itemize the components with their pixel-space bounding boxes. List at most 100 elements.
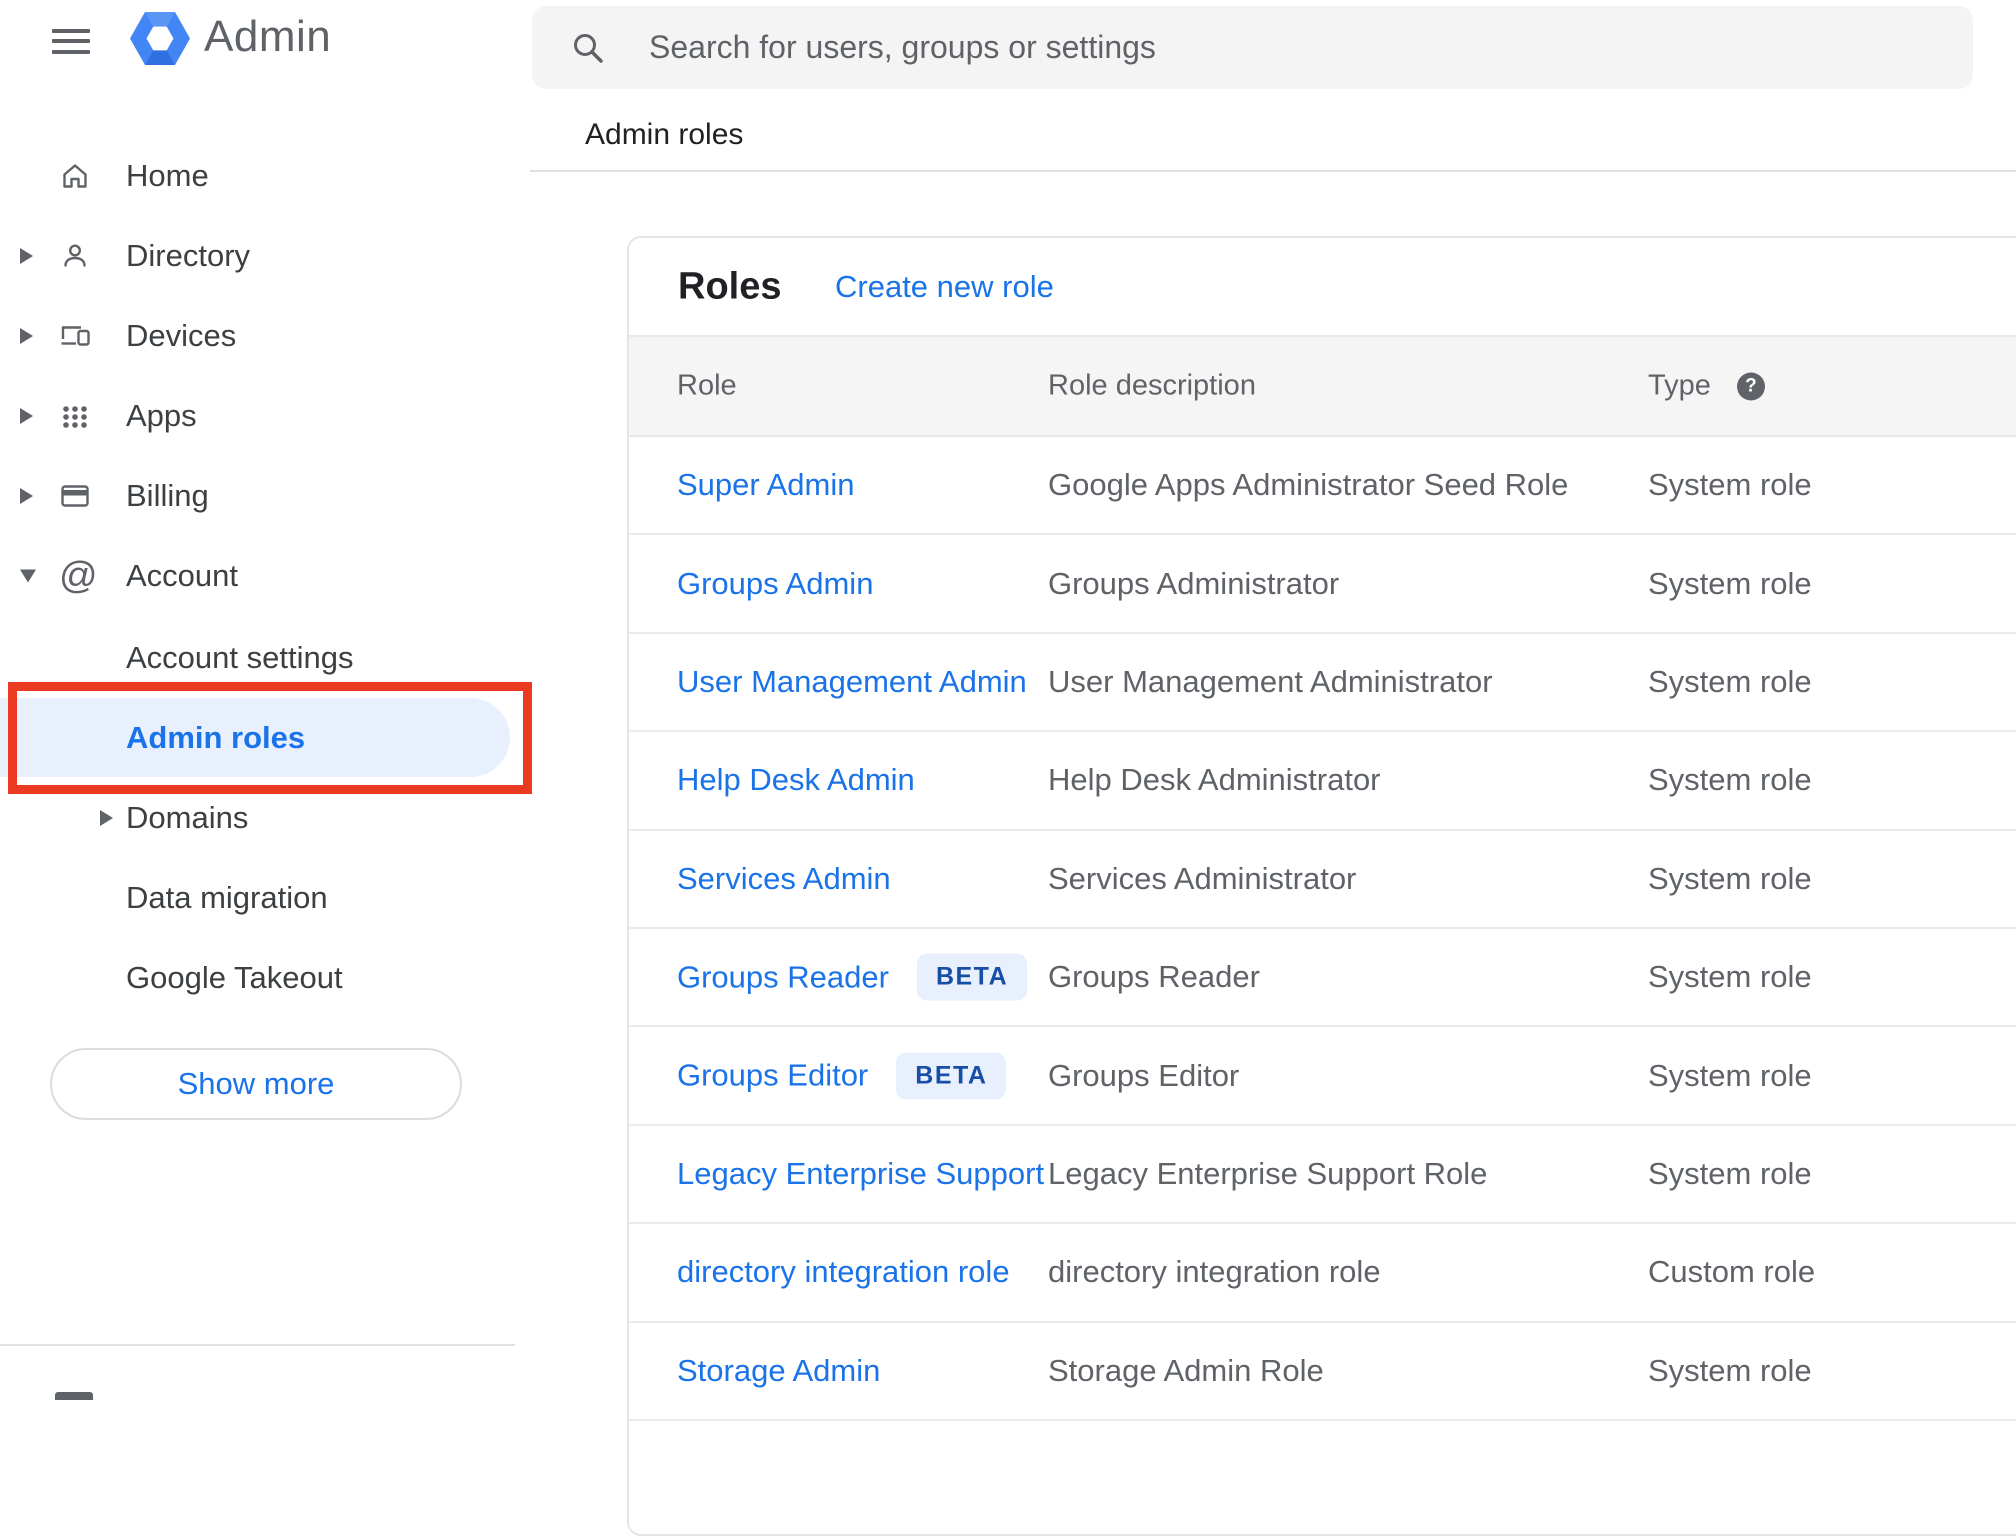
sidebar-bottom-divider xyxy=(0,1344,515,1346)
at-sign-icon: @ xyxy=(59,555,98,597)
table-row: Groups Reader BETA Groups Reader System … xyxy=(629,929,2016,1028)
sidebar-item-label: Google Takeout xyxy=(126,960,343,995)
sidebar-item-apps[interactable]: Apps xyxy=(0,376,510,456)
table-row: Groups Editor BETA Groups Editor System … xyxy=(629,1027,2016,1126)
table-row: Super Admin Google Apps Administrator Se… xyxy=(629,437,2016,536)
table-row: Storage Admin Storage Admin Role System … xyxy=(629,1323,2016,1421)
role-type: System role xyxy=(1648,1155,1812,1191)
person-icon xyxy=(59,240,91,272)
role-link[interactable]: Storage Admin xyxy=(677,1353,880,1389)
beta-badge: BETA xyxy=(896,1052,1007,1100)
roles-table-body: Super Admin Google Apps Administrator Se… xyxy=(629,437,2016,1421)
help-icon[interactable]: ? xyxy=(1736,372,1765,400)
role-type: System role xyxy=(1648,565,1812,601)
sidebar-item-google-takeout[interactable]: Google Takeout xyxy=(0,938,510,1018)
chevron-right-icon[interactable] xyxy=(20,323,34,349)
role-description: Storage Admin Role xyxy=(1048,1352,1324,1388)
search-icon xyxy=(574,33,603,63)
sidebar-item-home[interactable]: Home xyxy=(0,136,510,216)
role-link[interactable]: Groups Admin xyxy=(677,566,873,602)
chevron-right-icon[interactable] xyxy=(100,805,114,831)
table-row: Help Desk Admin Help Desk Administrator … xyxy=(629,732,2016,831)
role-link[interactable]: Groups Reader xyxy=(677,959,889,995)
table-row: Legacy Enterprise Support Legacy Enterpr… xyxy=(629,1126,2016,1225)
sidebar-item-label: Domains xyxy=(126,800,249,835)
role-link[interactable]: Help Desk Admin xyxy=(677,762,915,798)
admin-logo[interactable]: Admin xyxy=(130,12,331,76)
beta-badge: BETA xyxy=(916,953,1028,1001)
roles-title: Roles xyxy=(678,265,782,307)
sidebar-item-label: Apps xyxy=(126,398,197,433)
hamburger-icon xyxy=(52,29,90,33)
hamburger-menu-button[interactable] xyxy=(52,29,90,54)
sidebar: Admin Home Directory Devices Apps Billin… xyxy=(0,0,532,1400)
search-input[interactable] xyxy=(647,28,1851,67)
devices-icon xyxy=(59,320,91,352)
table-row: directory integration role directory int… xyxy=(629,1224,2016,1323)
sidebar-item-account-settings[interactable]: Account settings xyxy=(0,618,510,698)
chevron-right-icon[interactable] xyxy=(20,243,34,269)
column-header-role: Role xyxy=(677,369,737,402)
sidebar-item-billing[interactable]: Billing xyxy=(0,456,510,536)
role-link[interactable]: Super Admin xyxy=(677,467,855,503)
role-link[interactable]: Legacy Enterprise Support xyxy=(677,1156,1044,1192)
role-description: Help Desk Administrator xyxy=(1048,762,1381,798)
show-more-button[interactable]: Show more xyxy=(50,1048,462,1120)
column-header-type: Type ? xyxy=(1648,370,1765,403)
role-description: Groups Editor xyxy=(1048,1057,1240,1093)
role-description: Groups Administrator xyxy=(1048,565,1340,601)
sidebar-item-label: Account xyxy=(126,558,239,593)
roles-card: Roles Create new role Role Role descript… xyxy=(627,236,2016,1536)
role-type: System role xyxy=(1648,959,1812,995)
table-header-row: Role Role description Type ? xyxy=(629,335,2016,437)
search-bar[interactable] xyxy=(532,6,1973,89)
role-type: System role xyxy=(1648,860,1812,896)
table-row: Groups Admin Groups Administrator System… xyxy=(629,535,2016,634)
home-icon xyxy=(59,160,91,192)
chevron-right-icon[interactable] xyxy=(20,403,34,429)
role-description: Legacy Enterprise Support Role xyxy=(1048,1155,1488,1191)
role-description: directory integration role xyxy=(1048,1254,1381,1290)
create-new-role-link[interactable]: Create new role xyxy=(835,269,1054,305)
table-row: User Management Admin User Management Ad… xyxy=(629,634,2016,733)
sidebar-item-label: Billing xyxy=(126,478,209,513)
role-link[interactable]: Groups Editor xyxy=(677,1058,868,1094)
sidebar-item-label: Directory xyxy=(126,238,251,273)
chevron-down-icon[interactable] xyxy=(20,563,34,589)
sidebar-item-label: Admin roles xyxy=(126,719,306,755)
role-type: System role xyxy=(1648,762,1812,798)
apps-grid-icon xyxy=(59,400,91,432)
sidebar-item-directory[interactable]: Directory xyxy=(0,216,510,296)
sidebar-item-label: Devices xyxy=(126,318,237,353)
breadcrumb-divider xyxy=(530,170,2016,172)
column-header-role-description: Role description xyxy=(1048,369,1256,402)
role-link[interactable]: Services Admin xyxy=(677,861,891,897)
role-link[interactable]: directory integration role xyxy=(677,1254,1010,1290)
role-type: System role xyxy=(1648,1352,1812,1388)
credit-card-icon xyxy=(59,480,91,512)
sidebar-item-devices[interactable]: Devices xyxy=(0,296,510,376)
role-description: Google Apps Administrator Seed Role xyxy=(1048,467,1569,503)
chevron-right-icon[interactable] xyxy=(20,483,34,509)
role-description: User Management Administrator xyxy=(1048,663,1493,699)
sidebar-item-label: Home xyxy=(126,158,209,193)
sidebar-item-data-migration[interactable]: Data migration xyxy=(0,858,510,938)
sidebar-item-label: Data migration xyxy=(126,880,328,915)
brand-title: Admin xyxy=(204,12,332,61)
sidebar-item-account[interactable]: @ Account xyxy=(0,536,510,616)
breadcrumb: Admin roles xyxy=(585,118,744,151)
admin-hexagon-icon xyxy=(130,12,190,70)
role-type: System role xyxy=(1648,663,1812,699)
role-type: System role xyxy=(1648,467,1812,503)
role-type: Custom role xyxy=(1648,1254,1816,1290)
partial-bottom-icon xyxy=(55,1392,93,1400)
sidebar-item-admin-roles[interactable]: Admin roles xyxy=(0,698,510,777)
roles-card-header: Roles Create new role xyxy=(629,238,2016,335)
table-row: Services Admin Services Administrator Sy… xyxy=(629,831,2016,929)
sidebar-item-domains[interactable]: Domains xyxy=(0,778,510,858)
sidebar-item-label: Account settings xyxy=(126,640,354,675)
role-description: Services Administrator xyxy=(1048,860,1357,896)
role-type: System role xyxy=(1648,1057,1812,1093)
role-link[interactable]: User Management Admin xyxy=(677,664,1027,700)
role-description: Groups Reader xyxy=(1048,959,1260,995)
